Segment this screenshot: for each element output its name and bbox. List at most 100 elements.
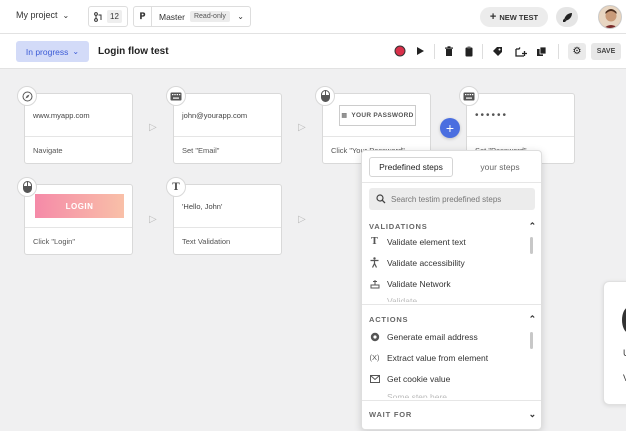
rocket-button[interactable]	[556, 7, 578, 27]
step-card[interactable]: LOGIN Click "Login"	[24, 184, 133, 255]
list-item[interactable]: T Validate element text	[369, 233, 529, 250]
step-label: Text Validation	[182, 237, 231, 246]
text-icon: T	[166, 177, 186, 197]
validations-scrollbar[interactable]	[530, 237, 533, 254]
avatar-image	[599, 6, 621, 28]
add-step-button[interactable]: +	[440, 118, 460, 138]
record-button[interactable]	[393, 44, 407, 58]
item-label: Validate element text	[387, 236, 466, 247]
accessibility-icon	[369, 257, 380, 268]
search-placeholder: Search testim predefined steps	[391, 194, 502, 204]
new-test-label: NEW TEST	[499, 12, 539, 22]
compass-icon	[17, 86, 37, 106]
pull-request-icon	[94, 11, 102, 22]
copy-button[interactable]	[534, 44, 548, 58]
step-card[interactable]: john@yourapp.com Set "Email"	[173, 93, 282, 164]
password-field-preview: ▩ YOUR PASSWORD	[339, 104, 416, 126]
tag-icon	[492, 46, 502, 56]
plus-icon: +	[445, 120, 455, 136]
keyboard-icon	[459, 86, 479, 106]
item-label: Extract value from element	[387, 352, 489, 363]
step-preview: john@yourapp.com	[174, 94, 281, 137]
settings-button[interactable]: ⚙	[568, 43, 586, 60]
tab-predefined-steps[interactable]: Predefined steps	[369, 157, 453, 177]
divider	[558, 44, 559, 59]
chevron-down-icon: ⌄	[62, 10, 70, 20]
step-label: Set "Email"	[182, 146, 220, 155]
status-label: In progress	[25, 46, 69, 57]
chevron-down-icon: ⌄	[72, 47, 80, 56]
list-item[interactable]: Get cookie value	[369, 370, 529, 387]
item-label: Validate Network	[387, 278, 451, 289]
step-library-popover: Predefined steps your steps Search testi…	[361, 150, 542, 430]
step-preview: 'Hello, John'	[174, 185, 281, 228]
list-item-partial: Validate	[387, 296, 418, 302]
trash-icon	[445, 45, 453, 56]
search-icon	[376, 194, 386, 204]
clipboard-icon	[465, 46, 473, 56]
text-icon: T	[371, 236, 378, 247]
divider	[482, 44, 483, 59]
actions-section-header[interactable]: ACTIONS ⌃	[369, 314, 537, 325]
branch-icon: 𝐏	[134, 7, 152, 26]
chevron-down-icon: ⌄	[528, 409, 537, 419]
list-item[interactable]: Generate email address	[369, 328, 529, 345]
item-label: Generate email address	[387, 331, 478, 342]
validations-section-header[interactable]: VALIDATIONS ⌃	[369, 221, 537, 232]
top-bar: My project ⌄ 12 𝐏 Master Read-only ⌄ + N…	[0, 0, 626, 34]
copy-icon	[536, 46, 546, 56]
list-item[interactable]: Validate accessibility	[369, 254, 529, 271]
wait-for-section-header[interactable]: WAIT FOR ⌄	[369, 409, 537, 420]
arrow-right-icon: ▷	[149, 122, 157, 133]
play-icon	[417, 47, 424, 55]
divider	[434, 44, 435, 59]
pull-requests-button[interactable]: 12	[88, 6, 128, 27]
step-card[interactable]: www.myapp.com Navigate	[24, 93, 133, 164]
tag-button[interactable]	[490, 44, 504, 58]
arrow-right-icon: ▷	[149, 214, 157, 225]
list-item[interactable]: (X) Extract value from element	[369, 349, 529, 366]
clipboard-button[interactable]	[462, 44, 476, 58]
branch-selector[interactable]: 𝐏 Master Read-only ⌄	[133, 6, 251, 27]
actions-scrollbar[interactable]	[530, 332, 533, 349]
gear-icon: ⚙	[572, 46, 582, 57]
variable-icon: (X)	[369, 353, 380, 362]
steps-search-input[interactable]: Search testim predefined steps	[369, 188, 535, 210]
project-name: My project	[16, 10, 58, 20]
rocket-icon	[562, 12, 572, 22]
play-button[interactable]	[413, 44, 427, 58]
divider	[362, 304, 541, 305]
step-label: Navigate	[33, 146, 63, 155]
delete-button[interactable]	[442, 44, 456, 58]
test-name[interactable]: Login flow test	[98, 46, 169, 57]
password-dots: ••••••	[475, 109, 509, 121]
divider	[362, 400, 541, 401]
new-test-button[interactable]: + NEW TEST	[480, 7, 548, 27]
mouse-icon	[315, 86, 335, 106]
envelope-icon	[369, 374, 380, 383]
add-group-button[interactable]	[514, 44, 528, 58]
user-avatar[interactable]	[598, 5, 622, 29]
section-title: WAIT FOR	[369, 410, 413, 419]
lock-icon: ▩	[341, 112, 348, 119]
arrow-right-icon: ▷	[298, 214, 306, 225]
add-folder-icon	[515, 46, 527, 57]
step-library-tabs: Predefined steps your steps	[362, 151, 541, 183]
status-dropdown[interactable]: In progress ⌄	[16, 41, 89, 62]
section-title: VALIDATIONS	[369, 222, 428, 231]
step-card[interactable]: 'Hello, John' Text Validation	[173, 184, 282, 255]
save-button[interactable]: SAVE	[591, 43, 621, 60]
side-panel-card: U V	[603, 281, 626, 405]
generate-icon	[369, 332, 380, 342]
network-icon	[369, 279, 380, 289]
list-item-partial: Some step here	[387, 392, 448, 398]
arrow-right-icon: ▷	[298, 122, 306, 133]
section-title: ACTIONS	[369, 315, 409, 324]
record-icon	[394, 45, 406, 57]
password-field-text: YOUR PASSWORD	[351, 111, 414, 119]
read-only-badge: Read-only	[189, 11, 230, 22]
chevron-down-icon: ⌄	[237, 12, 244, 21]
project-selector[interactable]: My project ⌄	[16, 10, 69, 20]
list-item[interactable]: Validate Network	[369, 275, 529, 292]
tab-your-steps[interactable]: your steps	[470, 157, 530, 177]
